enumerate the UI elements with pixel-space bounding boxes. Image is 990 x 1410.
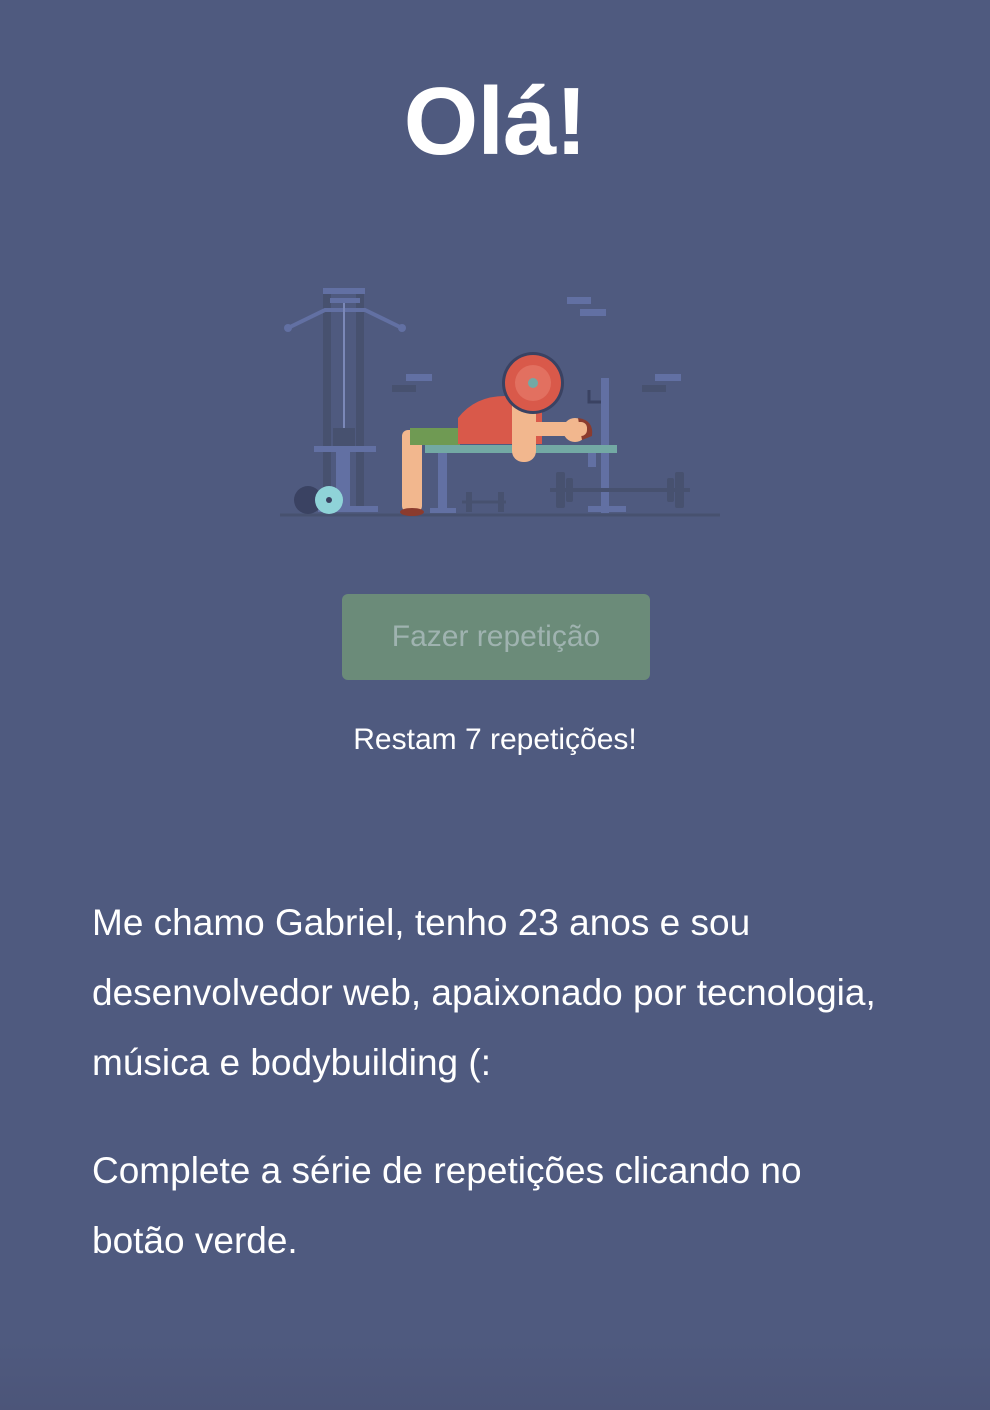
barbell-icon bbox=[550, 472, 690, 508]
cable-machine-icon bbox=[284, 288, 406, 512]
page: Olá! Fazer repetição Restam 7 repetições… bbox=[0, 0, 990, 1410]
remaining-reps-counter: Restam 7 repetições! bbox=[353, 723, 637, 756]
bench-press-illustration bbox=[280, 288, 720, 517]
do-repetition-button[interactable]: Fazer repetição bbox=[342, 594, 650, 680]
instructions-paragraph: Complete a série de repetições clicando … bbox=[92, 1150, 802, 1261]
page-footer-shade bbox=[0, 1340, 990, 1410]
bio-paragraph: Me chamo Gabriel, tenho 23 anos e sou de… bbox=[92, 902, 876, 1083]
page-title: Olá! bbox=[403, 68, 588, 175]
